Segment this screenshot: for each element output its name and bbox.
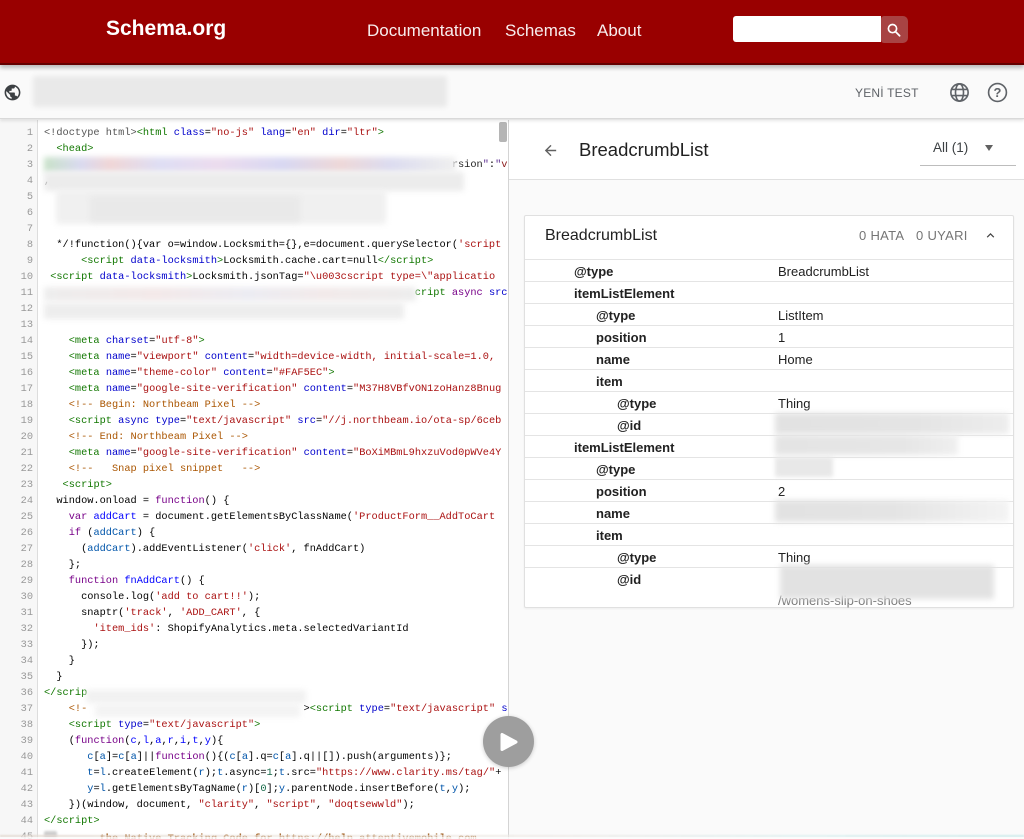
svg-text:?: ? — [994, 84, 1002, 99]
